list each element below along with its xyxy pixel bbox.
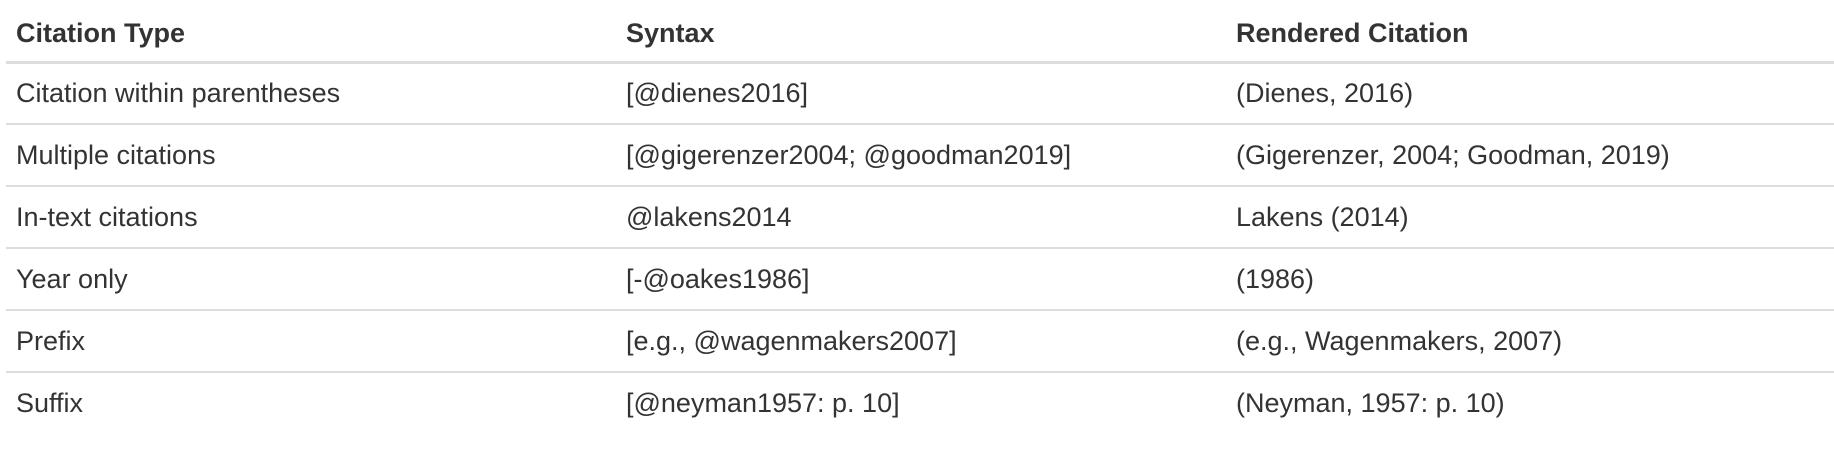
cell-citation-type: In-text citations — [6, 186, 616, 249]
table-header-row: Citation Type Syntax Rendered Citation — [6, 6, 1834, 64]
cell-syntax: [e.g., @wagenmakers2007] — [616, 310, 1226, 373]
cell-rendered-citation: Lakens (2014) — [1226, 186, 1834, 249]
cell-syntax: [@gigerenzer2004; @goodman2019] — [616, 124, 1226, 187]
cell-syntax: [-@oakes1986] — [616, 248, 1226, 311]
cell-rendered-citation: (Dienes, 2016) — [1226, 62, 1834, 125]
cell-citation-type: Multiple citations — [6, 124, 616, 187]
cell-citation-type: Prefix — [6, 310, 616, 373]
cell-rendered-citation: (Gigerenzer, 2004; Goodman, 2019) — [1226, 124, 1834, 187]
header-citation-type: Citation Type — [6, 6, 616, 64]
cell-rendered-citation: (Neyman, 1957: p. 10) — [1236, 388, 1505, 418]
table-row: Suffix [@neyman1957: p. 10] (Neyman, 195… — [6, 372, 1834, 434]
citation-syntax-table: Citation Type Syntax Rendered Citation C… — [6, 6, 1834, 434]
header-syntax: Syntax — [616, 6, 1226, 64]
table-row: Year only [-@oakes1986] (1986) — [6, 248, 1834, 311]
cell-citation-type: Year only — [6, 248, 616, 311]
cell-rendered-citation: (e.g., Wagenmakers, 2007) — [1226, 310, 1834, 373]
header-rendered-citation: Rendered Citation — [1226, 6, 1834, 64]
citation-table-container: Citation Type Syntax Rendered Citation C… — [6, 6, 1834, 434]
table-row: In-text citations @lakens2014 Lakens (20… — [6, 186, 1834, 249]
table-row: Citation within parentheses [@dienes2016… — [6, 62, 1834, 125]
cell-syntax: [@neyman1957: p. 10] — [626, 388, 900, 418]
table-row: Prefix [e.g., @wagenmakers2007] (e.g., W… — [6, 310, 1834, 373]
cell-syntax: [@dienes2016] — [616, 62, 1226, 125]
cell-citation-type: Suffix — [16, 388, 84, 418]
cell-rendered-citation: (1986) — [1226, 248, 1834, 311]
table-row: Multiple citations [@gigerenzer2004; @go… — [6, 124, 1834, 187]
cell-citation-type: Citation within parentheses — [6, 62, 616, 125]
cell-syntax: @lakens2014 — [616, 186, 1226, 249]
